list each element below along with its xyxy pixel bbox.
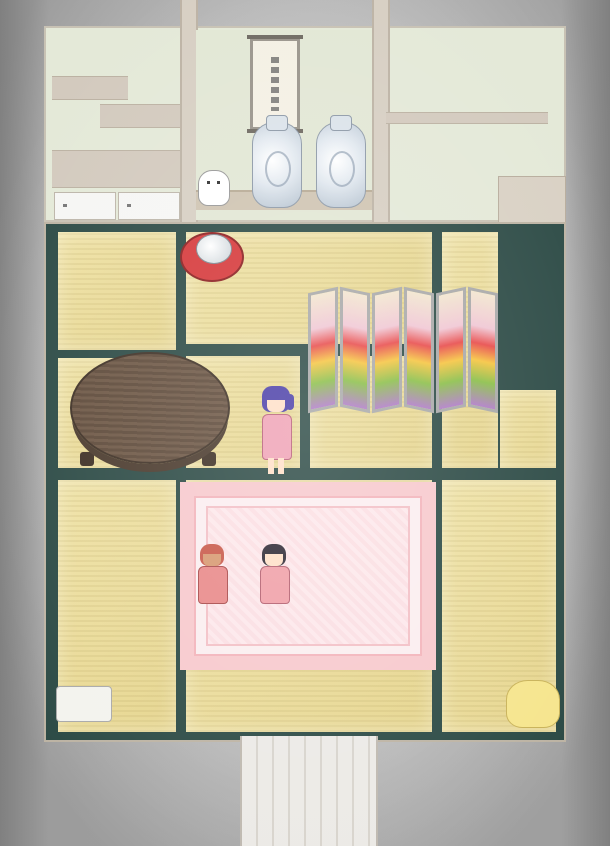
- screen-panel: [308, 286, 338, 414]
- screen-panel: [468, 286, 498, 414]
- vase-left[interactable]: [252, 115, 302, 208]
- scroll-rod-top: [247, 35, 303, 39]
- leg: [278, 458, 284, 474]
- face: [203, 554, 221, 566]
- sitting-girl-left[interactable]: [192, 544, 232, 606]
- wall-cabinet: [52, 150, 180, 188]
- player-character[interactable]: [256, 386, 296, 478]
- screen-panel: [436, 286, 466, 414]
- plush-toy[interactable]: [506, 680, 560, 728]
- wall-rail: [386, 112, 548, 124]
- kimono: [260, 566, 290, 604]
- kimono: [262, 414, 292, 460]
- screen-panel: [372, 286, 402, 414]
- kimono: [198, 566, 228, 604]
- sitting-girl-right[interactable]: [254, 544, 294, 606]
- face: [265, 554, 283, 566]
- scroll-calligraphy: [271, 57, 279, 111]
- drawer-left[interactable]: [54, 192, 116, 220]
- leg: [268, 458, 274, 474]
- teapot[interactable]: [196, 234, 232, 264]
- floor-cushion[interactable]: [56, 686, 112, 722]
- vase-right[interactable]: [316, 115, 366, 208]
- ponytail: [286, 394, 294, 410]
- wall-shelf-lower: [100, 104, 180, 128]
- carpet-center: [206, 506, 410, 646]
- folding-screen[interactable]: [308, 286, 500, 416]
- tatami-mat: [500, 390, 556, 468]
- lucky-cat-figure[interactable]: [198, 170, 230, 206]
- table-leg: [80, 452, 94, 466]
- face: [267, 400, 285, 412]
- exit-corridor[interactable]: [240, 736, 378, 846]
- wall-shelf-upper: [52, 76, 128, 100]
- tatami-mat: [58, 232, 176, 350]
- wooden-pillar-right: [372, 0, 390, 222]
- round-low-table[interactable]: [70, 352, 230, 464]
- table-leg: [202, 452, 216, 466]
- screen-panel: [404, 286, 434, 414]
- drawer-right[interactable]: [118, 192, 180, 220]
- screen-panel: [340, 286, 370, 414]
